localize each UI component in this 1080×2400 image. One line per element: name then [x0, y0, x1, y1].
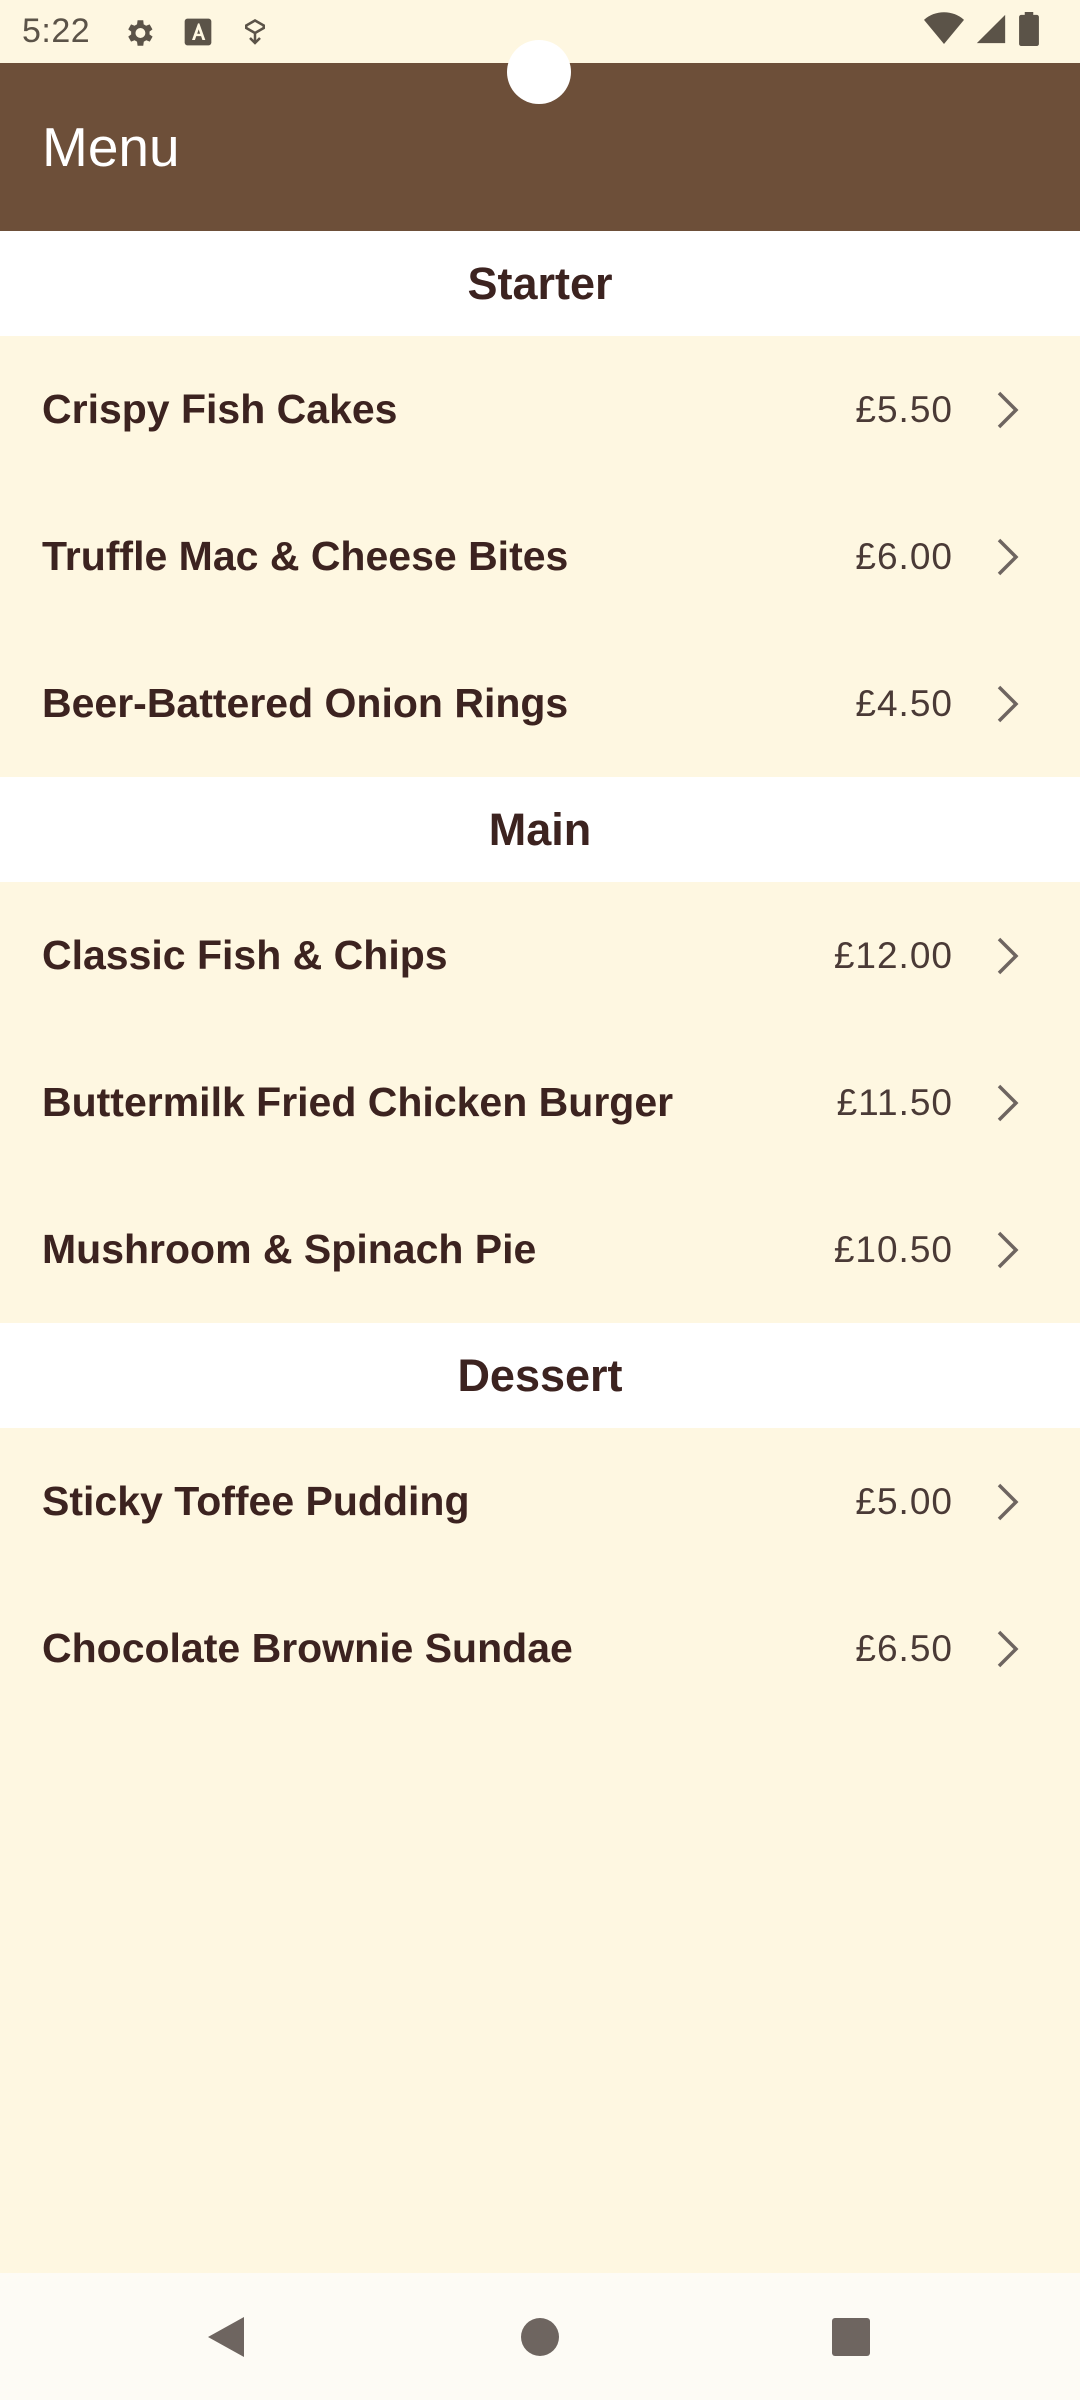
menu-item-row[interactable]: Truffle Mac & Cheese Bites £6.00	[0, 483, 1080, 630]
menu-item-price: £5.50	[855, 388, 953, 430]
menu-list: Starter Crispy Fish Cakes £5.50 Truffle …	[0, 231, 1080, 1722]
menu-item-name: Buttermilk Fried Chicken Burger	[42, 1079, 674, 1125]
menu-item-name: Chocolate Brownie Sundae	[42, 1625, 573, 1671]
back-icon[interactable]	[204, 2313, 248, 2366]
wifi-icon	[924, 12, 964, 51]
status-right-icons	[924, 12, 1040, 51]
menu-item-row[interactable]: Sticky Toffee Pudding £5.00	[0, 1428, 1080, 1575]
section-header-starter: Starter	[0, 231, 1080, 336]
chevron-right-icon	[997, 391, 1019, 428]
menu-item-name: Sticky Toffee Pudding	[42, 1478, 470, 1524]
chevron-right-icon	[997, 1084, 1019, 1121]
menu-item-name: Mushroom & Spinach Pie	[42, 1226, 537, 1272]
menu-item-name: Beer-Battered Onion Rings	[42, 680, 569, 726]
menu-item-price: £11.50	[836, 1081, 953, 1123]
chevron-right-icon	[997, 937, 1019, 974]
chevron-right-icon	[997, 538, 1019, 575]
menu-item-price: £5.00	[855, 1480, 953, 1522]
menu-item-name: Truffle Mac & Cheese Bites	[42, 533, 569, 579]
camera-cutout	[507, 40, 571, 104]
page-title: Menu	[42, 116, 180, 178]
recents-icon[interactable]	[830, 2313, 872, 2366]
menu-item-name: Classic Fish & Chips	[42, 932, 448, 978]
chevron-right-icon	[997, 1483, 1019, 1520]
menu-item-row[interactable]: Buttermilk Fried Chicken Burger £11.50	[0, 1029, 1080, 1176]
menu-item-price: £10.50	[833, 1228, 953, 1270]
shield-download-icon	[240, 16, 270, 55]
menu-item-row[interactable]: Mushroom & Spinach Pie £10.50	[0, 1176, 1080, 1323]
section-main: Classic Fish & Chips £12.00 Buttermilk F…	[0, 882, 1080, 1323]
menu-item-price: £6.50	[855, 1627, 953, 1669]
battery-icon	[1018, 12, 1040, 51]
menu-item-row[interactable]: Beer-Battered Onion Rings £4.50	[0, 630, 1080, 777]
gear-icon	[122, 16, 156, 55]
chevron-right-icon	[997, 685, 1019, 722]
menu-item-price: £6.00	[855, 535, 953, 577]
chevron-right-icon	[997, 1231, 1019, 1268]
status-time: 5:22	[22, 12, 91, 50]
menu-item-price: £4.50	[855, 682, 953, 724]
menu-item-price: £12.00	[833, 934, 953, 976]
home-icon[interactable]	[520, 2313, 560, 2366]
chevron-right-icon	[997, 1630, 1019, 1667]
section-header-dessert: Dessert	[0, 1323, 1080, 1428]
text-a-icon	[182, 16, 214, 53]
section-dessert: Sticky Toffee Pudding £5.00 Chocolate Br…	[0, 1428, 1080, 1722]
menu-item-name: Crispy Fish Cakes	[42, 386, 398, 432]
signal-icon	[974, 12, 1008, 51]
menu-item-row[interactable]: Chocolate Brownie Sundae £6.50	[0, 1575, 1080, 1722]
navigation-bar	[0, 2273, 1080, 2400]
section-starter: Crispy Fish Cakes £5.50 Truffle Mac & Ch…	[0, 336, 1080, 777]
section-header-main: Main	[0, 777, 1080, 882]
menu-item-row[interactable]: Crispy Fish Cakes £5.50	[0, 336, 1080, 483]
menu-item-row[interactable]: Classic Fish & Chips £12.00	[0, 882, 1080, 1029]
